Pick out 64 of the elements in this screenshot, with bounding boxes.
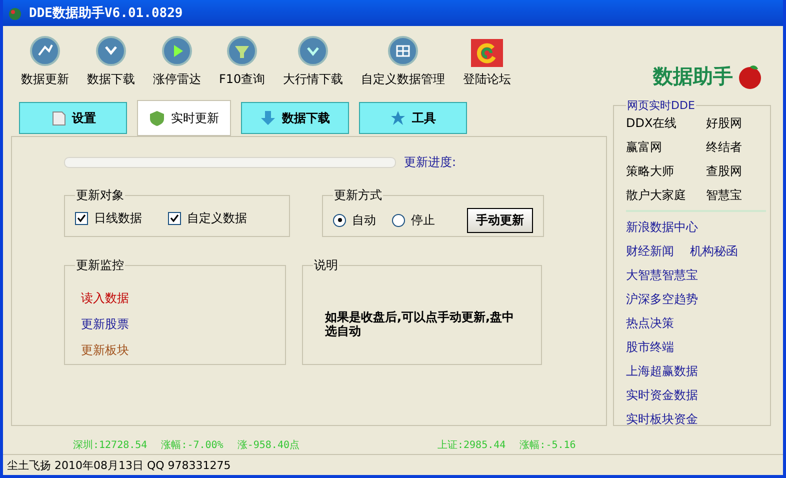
toolbar-button[interactable]: 数据下载: [81, 35, 141, 88]
ticker-text: 深圳:12728.54: [73, 438, 148, 452]
checkbox[interactable]: 自定义数据: [168, 210, 247, 227]
group-title: 更新对象: [75, 187, 125, 204]
progress-label: 更新进度:: [404, 154, 456, 170]
status-label: 更新板块: [81, 342, 130, 358]
site-link[interactable]: 热点决策: [626, 315, 674, 332]
site-link[interactable]: 股市终端: [626, 339, 674, 356]
site-link[interactable]: 机构秘函: [690, 243, 738, 260]
manual-update-button[interactable]: 手动更新: [467, 208, 533, 232]
site-link[interactable]: 智慧宝: [706, 187, 766, 204]
radio-button[interactable]: 停止: [392, 212, 435, 228]
site-link[interactable]: 终结者: [706, 139, 766, 156]
play-icon: [161, 35, 193, 67]
description-text: 如果是收盘后,可以点手动更新,盘中选自动: [325, 310, 516, 338]
star-icon: [390, 110, 406, 126]
status-label: 读入数据: [81, 290, 130, 306]
download-icon: [95, 35, 127, 67]
site-link[interactable]: 沪深多空趋势: [626, 291, 698, 308]
shield-icon: [149, 110, 165, 126]
chart-icon: [29, 35, 61, 67]
status-text: 尘土飞扬 2010年08月13日 QQ 978331275: [7, 458, 231, 472]
download-icon: [297, 35, 330, 67]
site-link[interactable]: 实时资金数据: [626, 387, 698, 404]
site-link[interactable]: 散户大家庭: [626, 187, 706, 204]
logo-text: 数据助手: [653, 63, 733, 90]
toolbar-button[interactable]: 数据更新: [15, 35, 75, 88]
tab[interactable]: 工具: [359, 102, 467, 134]
site-link[interactable]: 上海超赢数据: [626, 363, 698, 380]
site-link[interactable]: 财经新闻: [626, 243, 674, 260]
group-title: 更新方式: [333, 187, 383, 204]
radio-button[interactable]: 自动: [333, 212, 376, 228]
site-link[interactable]: 新浪数据中心: [626, 219, 698, 236]
window-title: DDE数据助手V6.01.0829: [29, 4, 183, 22]
toolbar-button[interactable]: 自定义数据管理: [355, 35, 452, 88]
swirl-logo-icon: [471, 39, 504, 67]
site-link[interactable]: 赢富网: [626, 139, 706, 156]
group-title: 更新监控: [75, 257, 125, 274]
tab[interactable]: 数据下载: [241, 102, 349, 134]
table-icon: [387, 35, 420, 67]
site-link[interactable]: 大智慧智慧宝: [626, 267, 698, 284]
status-label: 更新股票: [81, 316, 130, 332]
ticker-text: 上证:2985.44: [438, 438, 506, 452]
checkbox[interactable]: 日线数据: [75, 210, 142, 227]
ticker-text: 涨-958.40点: [237, 438, 300, 452]
app-logo-icon: [7, 5, 23, 21]
toolbar-button[interactable]: 涨停雷达: [147, 35, 207, 88]
ticker-text: 涨幅:-5.16: [520, 438, 576, 452]
sidebar-title: 网页实时DDE: [626, 98, 696, 113]
toolbar-button[interactable]: F10查询: [213, 35, 272, 88]
group-title: 说明: [313, 257, 339, 274]
toolbar-button[interactable]: 大行情下载: [277, 35, 350, 88]
site-link[interactable]: 好股网: [706, 115, 766, 132]
tab[interactable]: 实时更新: [137, 100, 231, 136]
down-arrow-icon: [260, 110, 276, 126]
toolbar-button[interactable]: 登陆论坛: [457, 39, 518, 88]
tab[interactable]: 设置: [19, 102, 127, 134]
site-link[interactable]: 实时板块资金: [626, 411, 698, 428]
site-link[interactable]: 策略大师: [626, 163, 706, 180]
site-link[interactable]: 查股网: [706, 163, 766, 180]
site-link[interactable]: DDX在线: [626, 115, 706, 132]
funnel-icon: [226, 35, 258, 67]
apple-logo-icon: [737, 64, 763, 90]
ticker-text: 涨幅:-7.00%: [161, 438, 224, 452]
